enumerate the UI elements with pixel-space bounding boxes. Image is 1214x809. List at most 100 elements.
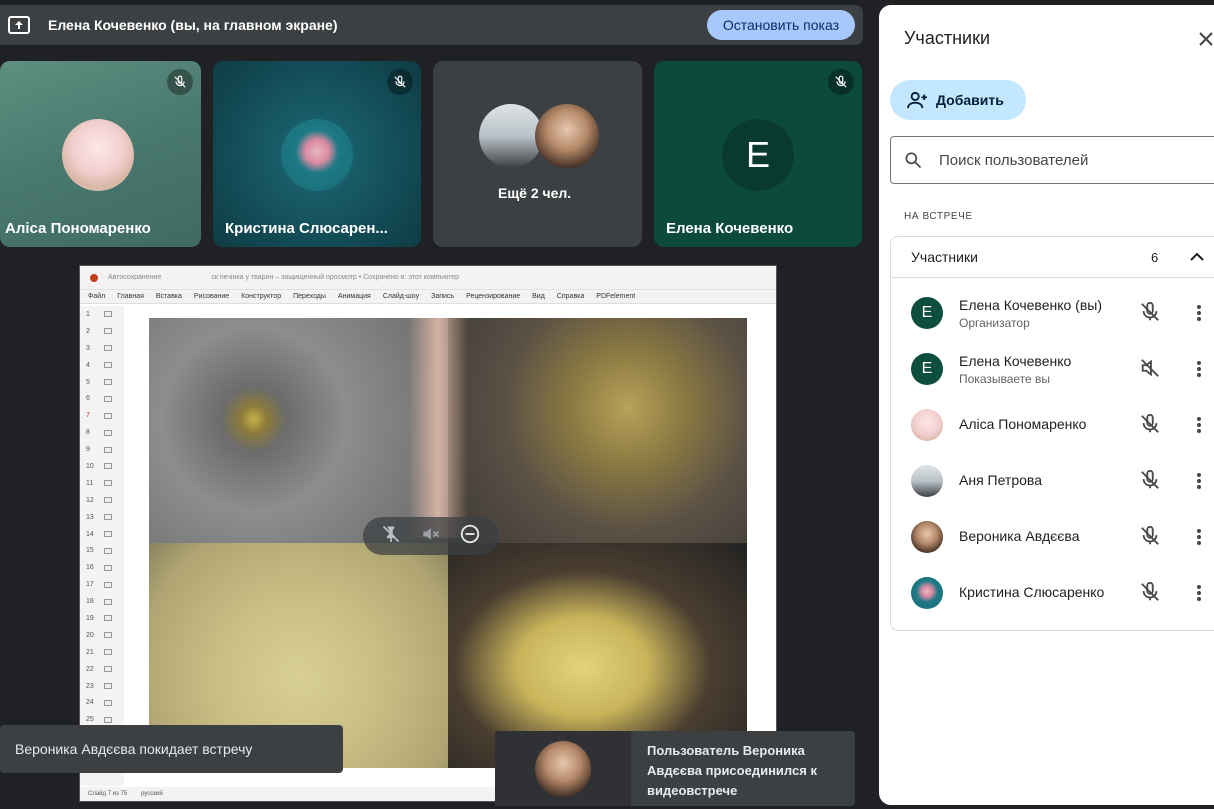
more-vert-icon[interactable] xyxy=(1189,301,1209,325)
ppt-menu-item: Главная xyxy=(117,293,144,300)
slide-number: 25 xyxy=(86,716,94,724)
tile-alisa[interactable]: Аліса Пономаренко xyxy=(0,61,201,247)
slide-thumbnail[interactable]: 11 xyxy=(80,475,124,492)
more-vert-icon[interactable] xyxy=(1189,525,1209,549)
ppt-menu-item: Вид xyxy=(532,293,545,300)
mic-off-icon[interactable] xyxy=(1139,413,1163,437)
slide-thumbnail[interactable]: 24 xyxy=(80,694,124,711)
mic-off-icon xyxy=(828,69,854,95)
slide-thumbnail[interactable]: 20 xyxy=(80,627,124,644)
slide-number: 2 xyxy=(86,327,90,335)
autosave-label: Автосохранение xyxy=(108,274,162,281)
photo-ear xyxy=(448,318,747,543)
slide-thumb-icon xyxy=(104,463,112,470)
presentation-controls xyxy=(363,517,499,555)
slide-thumbnail[interactable]: 8 xyxy=(80,424,124,441)
slide-thumbnail[interactable]: 18 xyxy=(80,593,124,610)
participant-row[interactable]: E Елена Кочевенко Показываете вы xyxy=(891,341,1214,397)
ppt-menu-item: Конструктор xyxy=(241,293,282,300)
slide-number: 23 xyxy=(86,682,94,690)
slide-number: 13 xyxy=(86,513,94,521)
slide-thumbnail[interactable]: 12 xyxy=(80,492,124,509)
more-vert-icon[interactable] xyxy=(1189,469,1209,493)
sound-off-icon[interactable] xyxy=(420,524,440,549)
photo-cat-eye xyxy=(149,318,448,543)
ppt-menu-item: Анимация xyxy=(337,293,371,300)
search-input[interactable]: Поиск пользователей xyxy=(890,136,1214,184)
pin-off-icon[interactable] xyxy=(381,524,401,549)
join-toast-text: Пользователь Вероника Авдєєва присоедини… xyxy=(647,743,817,798)
slide-thumbnail[interactable]: 7 xyxy=(80,407,124,424)
mic-off-icon[interactable] xyxy=(1139,525,1163,549)
presenting-banner: Елена Кочевенко (вы, на главном экране) … xyxy=(0,5,863,45)
slide-thumbnail[interactable]: 19 xyxy=(80,610,124,627)
slide-thumbnail[interactable]: 15 xyxy=(80,542,124,559)
others-count: Ещё 2 чел. xyxy=(498,185,572,201)
slide-thumb-icon xyxy=(104,699,112,706)
tile-others[interactable]: Ещё 2 чел. xyxy=(433,61,642,247)
participant-row[interactable]: Вероника Авдєєва xyxy=(891,509,1214,565)
group-title: Участники xyxy=(911,249,978,265)
slide-thumb-icon xyxy=(104,683,112,690)
participant-row[interactable]: Аліса Пономаренко xyxy=(891,397,1214,453)
slide-thumbnail[interactable]: 6 xyxy=(80,390,124,407)
more-vert-icon[interactable] xyxy=(1189,413,1209,437)
slide-number: 19 xyxy=(86,614,94,622)
participant-row[interactable]: Кристина Слюсаренко xyxy=(891,565,1214,621)
slide-thumb-icon xyxy=(104,395,112,402)
tile-elena[interactable]: E Елена Кочевенко xyxy=(654,61,862,247)
participant-row[interactable]: E Елена Кочевенко (вы) Организатор xyxy=(891,285,1214,341)
slide-thumbnail[interactable]: 4 xyxy=(80,357,124,374)
slide-thumbnail[interactable]: 16 xyxy=(80,559,124,576)
ppt-menu-item: Справка xyxy=(556,293,585,300)
participant-row[interactable]: Аня Петрова xyxy=(891,453,1214,509)
participants-group-header[interactable]: Участники 6 xyxy=(891,237,1214,278)
slide-thumbnail[interactable]: 9 xyxy=(80,441,124,458)
slide-number: 3 xyxy=(86,344,90,352)
slide-number: 6 xyxy=(86,395,90,403)
slide-thumbnail[interactable]: 14 xyxy=(80,526,124,543)
slide-thumbnail[interactable]: 10 xyxy=(80,458,124,475)
remove-icon[interactable] xyxy=(459,523,481,550)
close-icon[interactable] xyxy=(1194,27,1214,51)
mic-off-icon[interactable] xyxy=(1139,581,1163,605)
more-vert-icon[interactable] xyxy=(1189,357,1209,381)
slide-number: 5 xyxy=(86,378,90,386)
shared-screen[interactable]: Автосохранение ск печінка у тварин – защ… xyxy=(79,265,777,802)
slide-number: 4 xyxy=(86,361,90,369)
slide-thumb-icon xyxy=(104,632,112,639)
slide-thumb-icon xyxy=(104,311,112,318)
slide-thumbnail[interactable]: 17 xyxy=(80,576,124,593)
participant-role: Организатор xyxy=(959,316,1030,330)
presenting-title: Елена Кочевенко (вы, на главном экране) xyxy=(48,17,338,33)
mic-off-icon xyxy=(167,69,193,95)
tile-kristina[interactable]: Кристина Слюсарен... xyxy=(213,61,421,247)
slide-thumb-icon xyxy=(104,345,112,352)
slide-thumbnail[interactable]: 23 xyxy=(80,678,124,695)
participants-group: Участники 6 E Елена Кочевенко (вы) Организ… xyxy=(890,236,1214,631)
slide-thumbnail[interactable]: 1 xyxy=(80,306,124,323)
mic-off-icon[interactable] xyxy=(1139,469,1163,493)
join-toast[interactable]: Пользователь Вероника Авдєєва присоедини… xyxy=(495,731,855,806)
slide-thumbnail[interactable]: 22 xyxy=(80,661,124,678)
add-people-button[interactable]: Добавить xyxy=(890,80,1026,120)
avatar xyxy=(535,740,591,797)
sound-off-icon[interactable] xyxy=(1139,357,1163,381)
panel-title: Участники xyxy=(904,28,990,48)
ppt-menu: Файл Главная Вставка Рисование Конструкт… xyxy=(80,290,776,304)
more-vert-icon[interactable] xyxy=(1189,581,1209,605)
participant-name: Аня Петрова xyxy=(959,472,1042,488)
slide-thumbnail[interactable]: 2 xyxy=(80,323,124,340)
slide-thumbnail[interactable]: 13 xyxy=(80,509,124,526)
slide-thumb-icon xyxy=(104,514,112,521)
slide-number: 12 xyxy=(86,496,94,504)
finger-overlay xyxy=(408,318,468,538)
search-icon xyxy=(905,152,922,169)
slide-thumbnail[interactable]: 5 xyxy=(80,374,124,391)
tile-name: Аліса Пономаренко xyxy=(5,220,151,237)
avatar xyxy=(911,521,943,553)
slide-thumbnail[interactable]: 21 xyxy=(80,644,124,661)
slide-thumbnail[interactable]: 3 xyxy=(80,340,124,357)
stop-presenting-button[interactable]: Остановить показ xyxy=(706,10,855,40)
mic-off-icon[interactable] xyxy=(1139,301,1163,325)
